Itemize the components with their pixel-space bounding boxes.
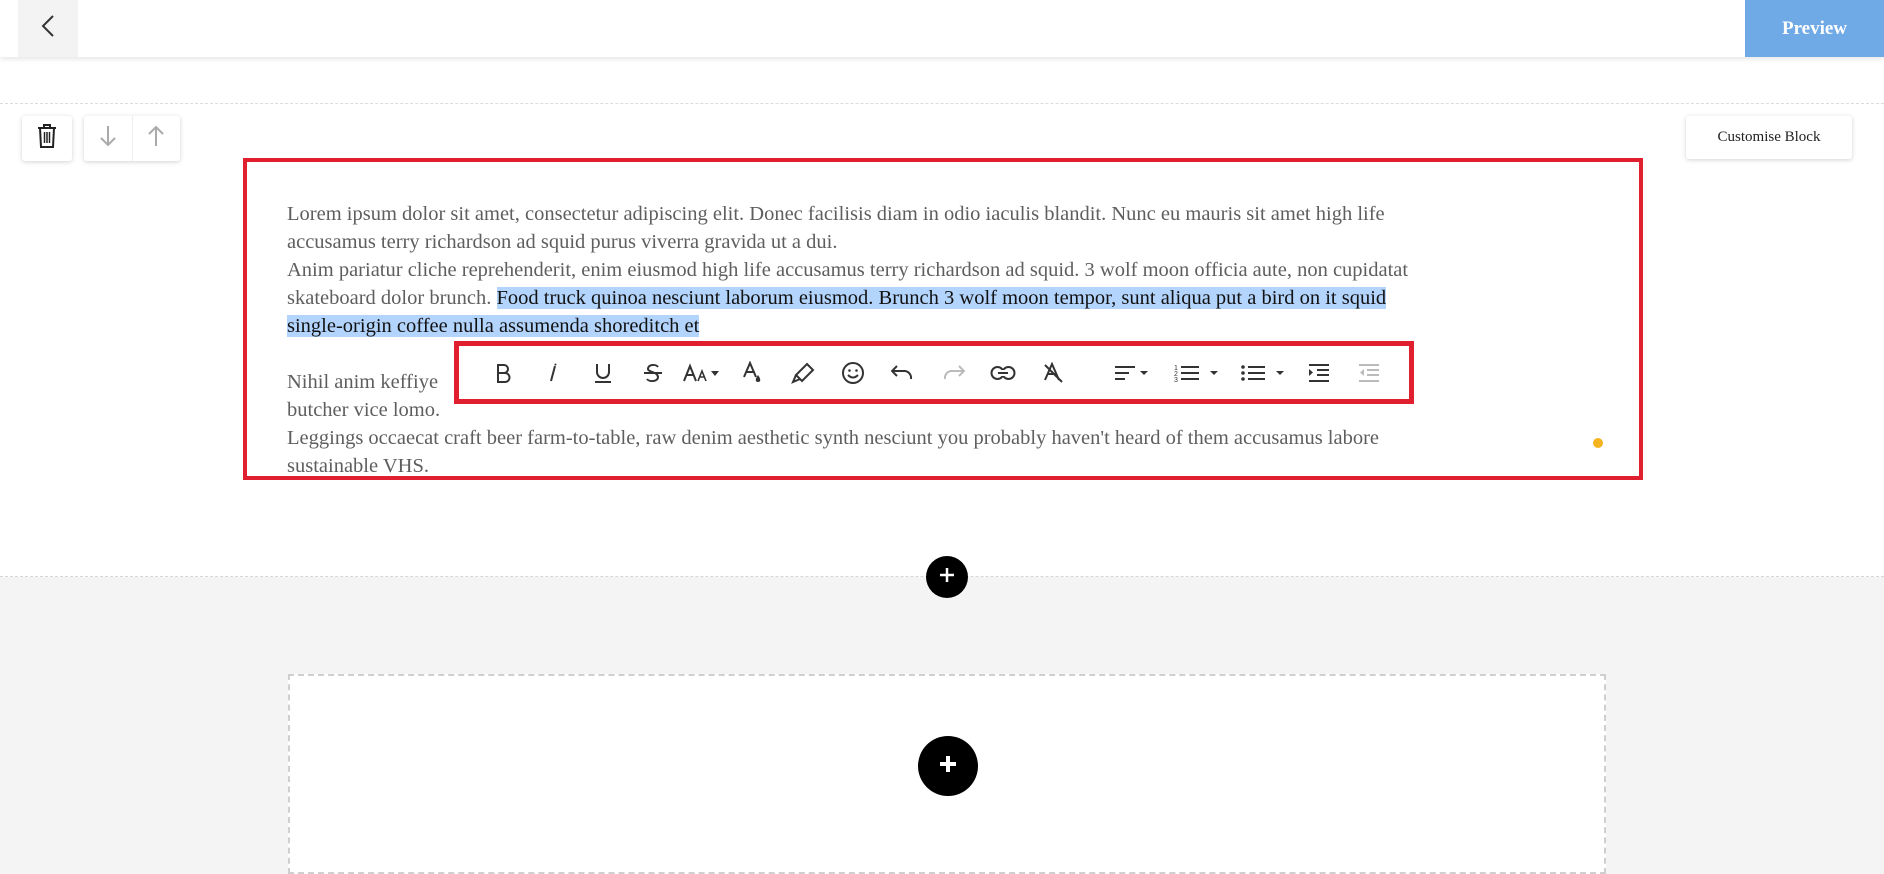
customise-block-button[interactable]: Customise Block: [1686, 116, 1852, 159]
plus-icon: [937, 753, 959, 780]
paragraph-2: Anim pariatur cliche reprehenderit, enim…: [287, 256, 1617, 340]
text-line: Lorem ipsum dolor sit amet, consectetur …: [287, 203, 1385, 225]
align-icon: [1113, 364, 1151, 382]
delete-block-button[interactable]: [22, 116, 72, 161]
align-button[interactable]: [1111, 359, 1153, 387]
svg-text:3: 3: [1174, 377, 1178, 383]
top-bar: Preview: [0, 0, 1884, 57]
text-line: accusamus terry richardson ad squid puru…: [287, 231, 838, 253]
redo-icon: [941, 365, 965, 381]
ordered-list-icon: 123: [1174, 363, 1222, 383]
link-button[interactable]: [987, 359, 1019, 387]
strikethrough-button[interactable]: [637, 359, 669, 387]
paragraph-1: Lorem ipsum dolor sit amet, consectetur …: [287, 200, 1617, 256]
undo-button[interactable]: [887, 359, 919, 387]
clear-format-button[interactable]: [1037, 359, 1069, 387]
selected-text: Food truck quinoa nesciunt laborum eiusm…: [496, 287, 1387, 309]
text-line: Nihil anim keffiye: [287, 371, 439, 393]
section-divider-top: [0, 103, 1884, 104]
redo-button[interactable]: [937, 359, 969, 387]
preview-button[interactable]: Preview: [1745, 0, 1884, 57]
outdent-button[interactable]: [1353, 359, 1385, 387]
highlight-icon: [791, 362, 815, 384]
font-color-icon: [742, 361, 764, 385]
plus-icon: [938, 566, 956, 589]
outdent-icon: [1357, 363, 1381, 383]
resize-handle[interactable]: [1593, 438, 1603, 448]
text-line: butcher vice lomo.: [287, 399, 441, 421]
indent-icon: [1307, 363, 1331, 383]
move-block-controls: [84, 116, 180, 161]
text-line: Anim pariatur cliche reprehenderit, enim…: [287, 259, 1409, 281]
chevron-left-icon: [40, 14, 56, 43]
font-size-button[interactable]: [681, 359, 725, 387]
text-line: skateboard dolor brunch.: [287, 287, 497, 309]
bold-button[interactable]: [487, 359, 519, 387]
add-block-button[interactable]: [918, 736, 978, 796]
selected-text: single-origin coffee nulla assumenda sho…: [287, 315, 700, 337]
font-color-button[interactable]: [737, 359, 769, 387]
highlight-button[interactable]: [787, 359, 819, 387]
arrow-up-icon: [148, 125, 164, 152]
underline-icon: [593, 362, 613, 384]
italic-icon: [546, 363, 560, 383]
underline-button[interactable]: [587, 359, 619, 387]
text-block-content[interactable]: Lorem ipsum dolor sit amet, consectetur …: [287, 200, 1617, 480]
ordered-list-button[interactable]: 123: [1173, 359, 1223, 387]
link-icon: [990, 365, 1016, 381]
italic-button[interactable]: [537, 359, 569, 387]
font-size-icon: [683, 363, 723, 383]
undo-icon: [891, 365, 915, 381]
arrow-down-icon: [100, 125, 116, 152]
emoji-button[interactable]: [837, 359, 869, 387]
bold-icon: [494, 363, 512, 383]
text-line: Leggings occaecat craft beer farm-to-tab…: [287, 427, 1380, 449]
clear-format-icon: [1042, 362, 1064, 384]
move-down-button[interactable]: [84, 116, 133, 161]
trash-icon: [36, 123, 58, 154]
strikethrough-icon: [642, 362, 664, 384]
move-up-button[interactable]: [133, 116, 181, 161]
unordered-list-button[interactable]: [1239, 359, 1289, 387]
format-toolbar: 123: [454, 341, 1414, 404]
back-button[interactable]: [18, 0, 78, 57]
text-line: sustainable VHS.: [287, 455, 429, 477]
unordered-list-icon: [1240, 363, 1288, 383]
add-section-button[interactable]: [926, 556, 968, 598]
emoji-icon: [841, 361, 865, 385]
indent-button[interactable]: [1303, 359, 1335, 387]
